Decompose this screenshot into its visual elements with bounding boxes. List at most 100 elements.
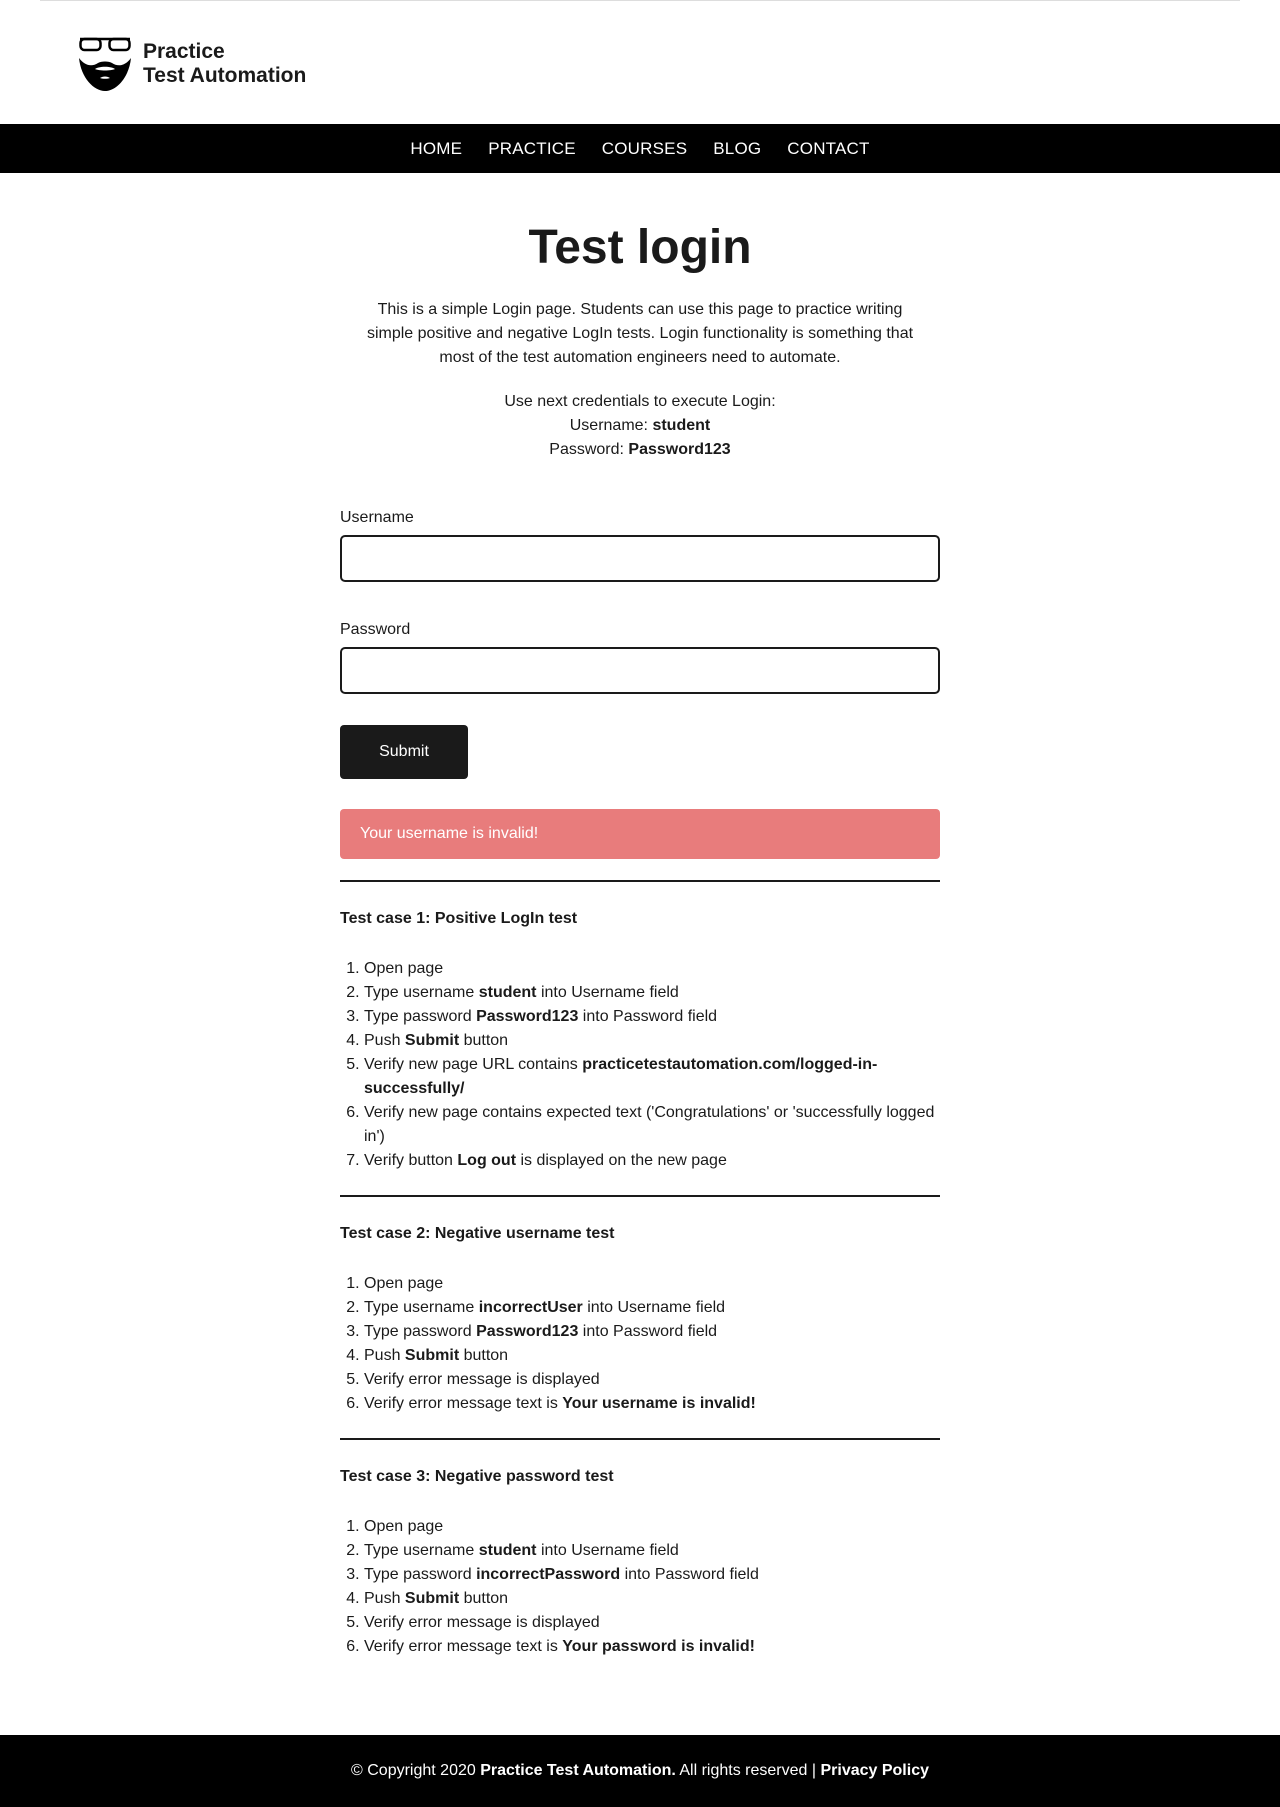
list-item: Type username incorrectUser into Usernam… [364, 1296, 940, 1320]
intro-text: This is a simple Login page. Students ca… [366, 301, 914, 366]
brand-line-2: Test Automation [143, 64, 307, 87]
list-item: Verify error message text is Your userna… [364, 1392, 940, 1416]
list-item: Type password Password123 into Password … [364, 1320, 940, 1344]
test-cases: Test case 1: Positive LogIn test Open pag… [340, 909, 940, 1659]
nav-courses[interactable]: COURSES [602, 139, 687, 159]
step-emphasis: incorrectUser [478, 1299, 583, 1316]
step-text: Open page [364, 960, 444, 977]
list-item: Type password incorrectPassword into Pas… [364, 1563, 940, 1587]
step-emphasis: student [478, 984, 537, 1001]
test-case-steps: Open page Type username incorrectUser int… [340, 1272, 940, 1416]
brand-line-1: Practice [143, 40, 225, 63]
page-title: Test login [528, 221, 752, 274]
credentials-username-value: student [652, 417, 711, 434]
step-text: Verify button [364, 1152, 458, 1169]
test-case: Test case 2: Negative username test Open … [340, 1224, 940, 1440]
step-text: Push [364, 1347, 405, 1364]
step-text: Open page [364, 1518, 444, 1535]
step-text: button [459, 1032, 509, 1049]
password-input[interactable] [340, 647, 940, 694]
nav-home[interactable]: HOME [410, 139, 462, 159]
step-emphasis: Your password is invalid! [562, 1638, 755, 1655]
credentials-password-prefix: Password: [549, 441, 629, 458]
list-item: Open page [364, 957, 940, 981]
footer-copyright: © Copyright 2020 [351, 1762, 481, 1779]
list-item: Verify new page URL contains practicetes… [364, 1053, 940, 1101]
step-emphasis: Password123 [476, 1008, 579, 1025]
credentials-password-value: Password123 [628, 441, 731, 458]
list-item: Verify error message is displayed [364, 1611, 940, 1635]
privacy-policy-link[interactable]: Privacy Policy [820, 1762, 929, 1779]
test-case-title: Test case 3: Negative password test [340, 1468, 614, 1485]
nav-blog[interactable]: BLOG [713, 139, 761, 159]
list-item: Verify error message is displayed [364, 1368, 940, 1392]
list-item: Type password Password123 into Password … [364, 1005, 940, 1029]
test-case-title: Test case 1: Positive LogIn test [340, 910, 578, 927]
nav-practice[interactable]: PRACTICE [488, 139, 576, 159]
list-item: Push Submit button [364, 1029, 940, 1053]
main-nav: HOME PRACTICE COURSES BLOG CONTACT [0, 124, 1280, 173]
site-header: Practice Test Automation [0, 0, 1280, 124]
step-text: Verify new page URL contains [364, 1056, 583, 1073]
credentials-username-prefix: Username: [569, 417, 653, 434]
step-text: Type password [364, 1323, 477, 1340]
step-text: button [459, 1590, 509, 1607]
step-text: into Username field [582, 1299, 726, 1316]
divider [340, 880, 940, 882]
test-case-steps: Open page Type username student into User… [340, 1515, 940, 1659]
step-text: Verify new page contains expected text (… [364, 1104, 935, 1145]
step-emphasis: Password123 [476, 1323, 579, 1340]
step-emphasis: Your username is invalid! [562, 1395, 756, 1412]
glasses-beard-logo-icon [79, 37, 131, 91]
step-text: Type password [364, 1566, 477, 1583]
site-footer: © Copyright 2020 Practice Test Automatio… [0, 1735, 1280, 1807]
test-case-title: Test case 2: Negative username test [340, 1225, 615, 1242]
submit-button[interactable]: Submit [340, 725, 468, 779]
step-text: Type username [364, 1299, 479, 1316]
step-emphasis: student [478, 1542, 537, 1559]
step-text: button [459, 1347, 509, 1364]
step-text: Verify error message text is [364, 1638, 563, 1655]
list-item: Verify button Log out is displayed on th… [364, 1149, 940, 1173]
step-text: into Password field [578, 1008, 718, 1025]
step-text: Push [364, 1590, 405, 1607]
test-case: Test case 3: Negative password test Open … [340, 1467, 940, 1659]
step-text: is displayed on the new page [516, 1152, 727, 1169]
credentials-password: Password: Password123 [0, 438, 1280, 462]
step-emphasis: incorrectPassword [476, 1566, 621, 1583]
list-item: Verify error message text is Your passwo… [364, 1635, 940, 1659]
footer-rights: All rights reserved | [675, 1762, 821, 1779]
step-emphasis: Submit [404, 1347, 460, 1364]
step-emphasis: Submit [404, 1590, 460, 1607]
test-case-steps: Open page Type username student into User… [340, 957, 940, 1173]
list-item: Type username student into Username fiel… [364, 1539, 940, 1563]
error-message: Your username is invalid! [340, 809, 940, 859]
credentials-intro: Use next credentials to execute Login: [504, 393, 776, 410]
list-item: Push Submit button [364, 1344, 940, 1368]
step-text: Type password [364, 1008, 477, 1025]
password-label: Password [340, 621, 411, 638]
username-label: Username [340, 509, 414, 526]
step-text: into Password field [578, 1323, 718, 1340]
step-text: Push [364, 1032, 405, 1049]
list-item: Open page [364, 1272, 940, 1296]
list-item: Open page [364, 1515, 940, 1539]
list-item: Type username student into Username fiel… [364, 981, 940, 1005]
main-content: Test login This is a simple Login page. … [0, 173, 1280, 1659]
nav-contact[interactable]: CONTACT [787, 139, 869, 159]
step-text: into Username field [536, 1542, 679, 1559]
step-text: into Username field [536, 984, 679, 1001]
step-text: Type username [364, 984, 479, 1001]
site-logo[interactable]: Practice Test Automation [78, 36, 306, 92]
divider [340, 1195, 940, 1197]
login-form: Username Password Submit Your username i… [340, 508, 940, 882]
list-item: Verify new page contains expected text (… [364, 1101, 940, 1149]
credentials-info: Use next credentials to execute Login: U… [0, 390, 1280, 462]
username-input[interactable] [340, 535, 940, 582]
step-text: Open page [364, 1275, 444, 1292]
list-item: Push Submit button [364, 1587, 940, 1611]
divider [340, 1438, 940, 1440]
credentials-username: Username: student [0, 414, 1280, 438]
brand-name: Practice Test Automation [143, 40, 306, 88]
step-text: Verify error message is displayed [364, 1371, 600, 1388]
